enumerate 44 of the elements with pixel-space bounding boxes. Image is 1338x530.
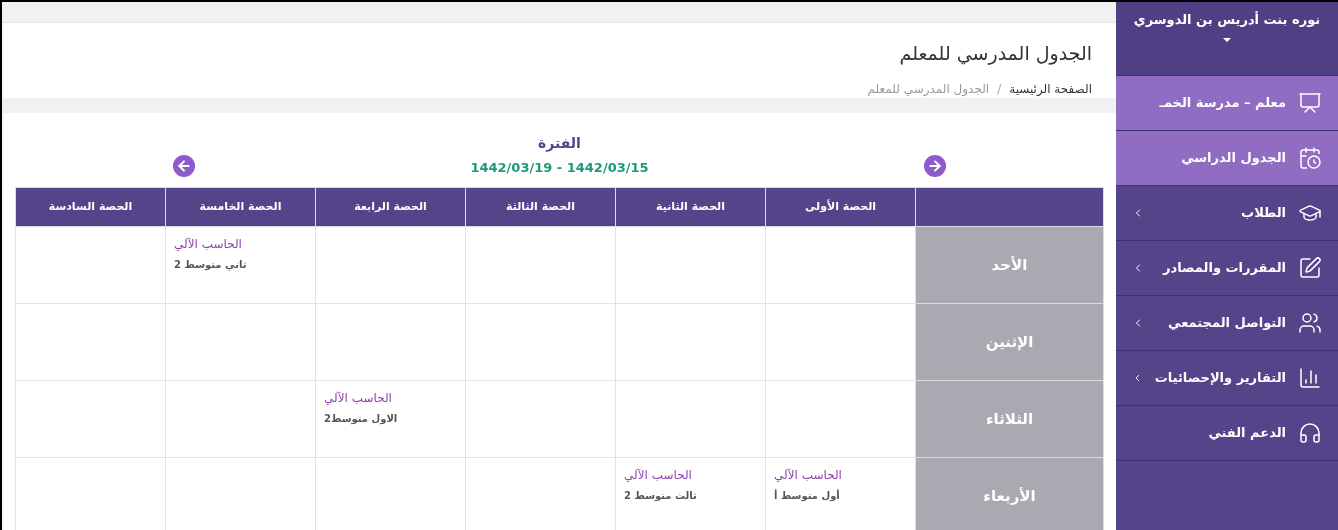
sidebar-label: التقارير والإحصائيات <box>1154 369 1286 388</box>
calendar-clock-icon <box>1298 146 1322 170</box>
sidebar-item[interactable]: الجدول الدراسي <box>1116 131 1338 186</box>
caret-icon <box>1223 37 1231 42</box>
sidebar-label: التواصل المجتمعي <box>1167 314 1286 333</box>
class-text: أول متوسط أ <box>774 488 841 503</box>
class-text: ثاني متوسط 2 <box>174 258 248 272</box>
breadcrumb-separator: / <box>997 80 1002 98</box>
bar-chart-icon <box>1298 366 1322 390</box>
breadcrumb-item: الجدول المدرسي للمعلم <box>867 80 990 98</box>
day-cell: الإثنين <box>915 303 1104 381</box>
subject-text: الحاسب الآلي <box>624 467 693 484</box>
subject-text: الحاسب الآلي <box>324 390 393 407</box>
day-cell: الثلاثاء <box>915 380 1104 458</box>
subject-text: الحاسب الآلي <box>774 467 843 484</box>
column-header: الحصة الخامسة <box>165 187 316 227</box>
user-header[interactable]: نوره بنت أدريس بن الدوسري <box>1116 2 1338 76</box>
user-name: نوره بنت أدريس بن الدوسري <box>1133 10 1321 29</box>
page-title: الجدول المدرسي للمعلم <box>898 41 1092 67</box>
sidebar-item[interactable]: معلم – مدرسة الخمـ <box>1116 76 1338 131</box>
sidebar-label: الجدول الدراسي <box>1180 149 1286 168</box>
column-header: الحصة الثانية <box>615 187 766 227</box>
day-cell: الأحد <box>915 226 1104 304</box>
arrow-right-icon[interactable] <box>924 155 946 177</box>
subject-text: الحاسب الآلي <box>174 236 243 253</box>
headset-icon <box>1298 421 1322 445</box>
pencil-square-icon <box>1298 256 1322 280</box>
sidebar-label: معلم – مدرسة الخمـ <box>1158 94 1286 113</box>
column-header: الحصة الرابعة <box>315 187 466 227</box>
period-label: الفترة <box>538 133 581 154</box>
column-header: الحصة الثالثة <box>465 187 616 227</box>
sidebar-label: الدعم الفني <box>1207 424 1286 443</box>
teacher-board-icon <box>1298 91 1322 115</box>
people-icon <box>1298 311 1322 335</box>
sidebar-label: الطلاب <box>1240 204 1286 223</box>
arrow-left-icon[interactable] <box>173 155 195 177</box>
day-cell: الأربعاء <box>915 457 1104 530</box>
class-text: الاول متوسط2 <box>324 412 399 426</box>
breadcrumb-item[interactable]: الصفحة الرئيسية <box>1009 79 1092 98</box>
sidebar-label: المقررات والمصادر <box>1161 259 1286 278</box>
class-text: ثالث متوسط 2 <box>624 489 698 503</box>
column-header: الحصة السادسة <box>15 187 166 227</box>
column-header: الحصة الأولى <box>765 187 916 227</box>
period-range: 1442/03/19 - 1442/03/15 <box>470 158 649 177</box>
